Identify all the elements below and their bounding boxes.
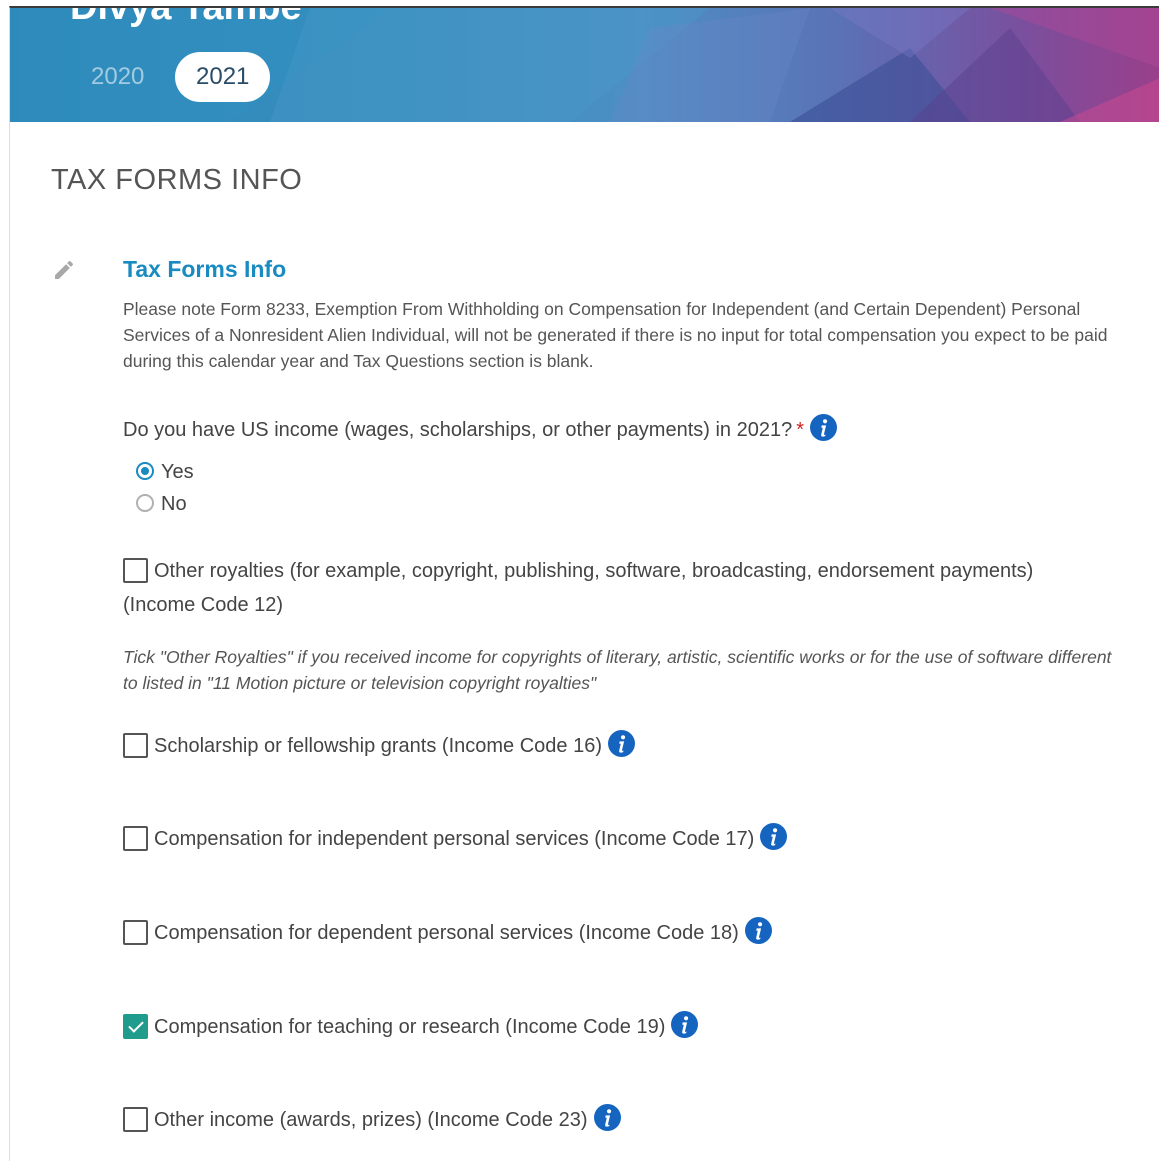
income-option-independent-services[interactable]: Compensation for independent personal se… xyxy=(123,823,788,851)
info-icon[interactable] xyxy=(671,1011,699,1038)
radio-no[interactable]: No xyxy=(136,493,187,517)
income-option-scholarship[interactable]: Scholarship or fellowship grants (Income… xyxy=(123,730,635,758)
income-option-other-income[interactable]: Other income (awards, prizes) (Income Co… xyxy=(123,1104,621,1132)
us-income-question: Do you have US income (wages, scholarshi… xyxy=(123,414,838,442)
info-icon[interactable] xyxy=(744,917,772,944)
radio-label-yes: Yes xyxy=(161,461,194,483)
info-icon[interactable] xyxy=(608,730,635,757)
checkbox-teaching-research[interactable] xyxy=(123,1014,148,1039)
radio-button-yes[interactable] xyxy=(136,462,154,480)
checkbox-scholarship[interactable] xyxy=(123,733,148,758)
checkbox-dependent-services[interactable] xyxy=(123,920,148,945)
user-name: Divya Tambe xyxy=(70,8,302,29)
checkbox-label: Other income (awards, prizes) (Income Co… xyxy=(154,1109,588,1131)
checkbox-label: Compensation for dependent personal serv… xyxy=(154,922,739,944)
form-title: Tax Forms Info xyxy=(123,256,287,282)
checkbox-label: Compensation for independent personal se… xyxy=(154,828,755,850)
income-option-royalties[interactable]: Other royalties (for example, copyright,… xyxy=(123,558,1033,583)
question-text: Do you have US income (wages, scholarshi… xyxy=(123,419,793,441)
form-note: Please note Form 8233, Exemption From Wi… xyxy=(123,299,1108,371)
pencil-icon[interactable] xyxy=(52,258,76,282)
radio-button-no[interactable] xyxy=(136,494,154,512)
checkbox-royalties[interactable] xyxy=(123,558,148,583)
info-icon[interactable] xyxy=(593,1104,621,1131)
page-frame: Divya Tambe 2020 2021 TAX FORMS INFO Tax… xyxy=(9,6,1159,1161)
income-option-teaching-research[interactable]: Compensation for teaching or research (I… xyxy=(123,1011,699,1039)
checkbox-label: Other royalties (for example, copyright,… xyxy=(154,560,1034,582)
header-banner: Divya Tambe 2020 2021 xyxy=(10,8,1159,122)
checkbox-label-continued: (Income Code 12) xyxy=(123,594,284,616)
info-icon[interactable] xyxy=(760,823,788,850)
tab-year-2020[interactable]: 2020 xyxy=(70,52,165,102)
royalties-hint: Tick "Other Royalties" if you received i… xyxy=(123,647,1112,693)
radio-yes[interactable]: Yes xyxy=(136,461,194,485)
section-heading: TAX FORMS INFO xyxy=(51,164,303,196)
radio-label-no: No xyxy=(161,493,187,515)
info-icon[interactable] xyxy=(810,414,838,441)
checkbox-label: Scholarship or fellowship grants (Income… xyxy=(154,735,602,757)
income-option-dependent-services[interactable]: Compensation for dependent personal serv… xyxy=(123,917,772,945)
checkbox-independent-services[interactable] xyxy=(123,826,148,851)
checkbox-label: Compensation for teaching or research (I… xyxy=(154,1016,666,1038)
required-marker: * xyxy=(796,419,805,441)
tab-year-2021[interactable]: 2021 xyxy=(175,52,271,102)
checkbox-other-income[interactable] xyxy=(123,1107,148,1132)
